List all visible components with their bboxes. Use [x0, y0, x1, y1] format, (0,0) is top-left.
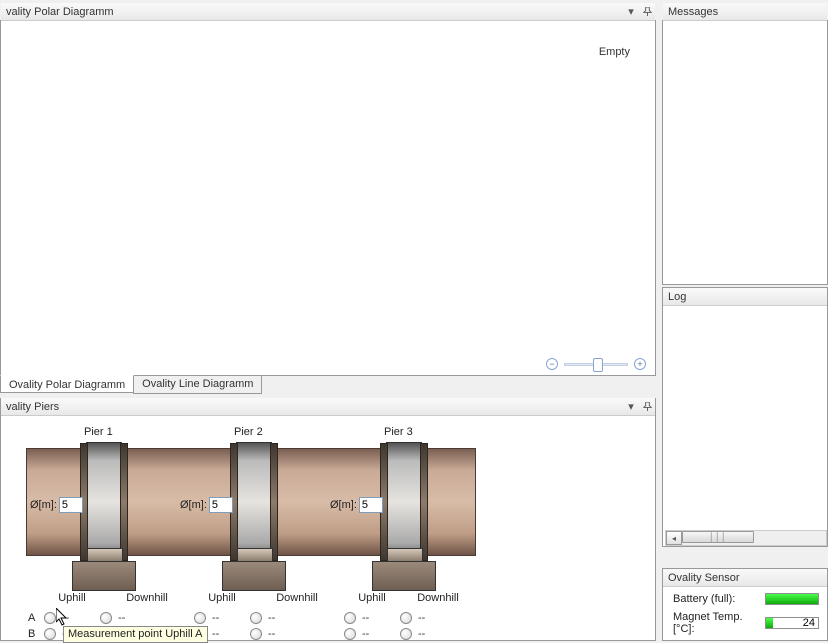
col-uphill: Uphill [44, 592, 100, 610]
col-downhill: Downhill [400, 592, 476, 610]
log-panel: Log ◂ │││ [662, 287, 828, 547]
col-downhill: Downhill [250, 592, 344, 610]
tire-2 [236, 442, 272, 562]
pier-1-label: Pier 1 [84, 426, 113, 438]
col-uphill: Uphill [344, 592, 400, 610]
support-2 [222, 561, 286, 591]
battery-progress [765, 593, 819, 605]
tire-1 [86, 442, 122, 562]
log-panel-title: Log [668, 288, 686, 306]
col-uphill: Uphill [194, 592, 250, 610]
radio-p3-downhill-a[interactable] [400, 612, 412, 624]
zoom-in-button[interactable]: + [634, 358, 646, 370]
pin-icon[interactable] [641, 6, 653, 18]
diameter-1-input[interactable] [59, 497, 83, 513]
radio-p1-uphill-b[interactable] [44, 628, 56, 640]
diameter-3-input[interactable] [359, 497, 383, 513]
tab-line-diagram[interactable]: Ovality Line Diagramm [133, 376, 262, 394]
row-label-b: B [26, 628, 44, 640]
diameter-2: Ø[m]: [180, 497, 233, 513]
messages-body [663, 21, 827, 284]
battery-label: Battery (full): [673, 593, 759, 605]
radio-p2-downhill-a[interactable] [250, 612, 262, 624]
radio-p2-downhill-b[interactable] [250, 628, 262, 640]
polar-panel-header: vality Polar Diagramm ▾ [1, 3, 655, 21]
tooltip: Measurement point Uphill A [63, 626, 208, 643]
radio-p3-uphill-a[interactable] [344, 612, 356, 624]
radio-p2-uphill-a[interactable] [194, 612, 206, 624]
piers-panel-header: vality Piers ▾ [1, 398, 655, 416]
zoom-out-button[interactable]: − [546, 358, 558, 370]
ovality-piers-panel: vality Piers ▾ Pier 1 Pier 2 Pier 3 Ø[m]… [0, 398, 656, 641]
pier-2-label: Pier 2 [234, 426, 263, 438]
radio-p3-uphill-b[interactable] [344, 628, 356, 640]
piers-panel-title: vality Piers [6, 398, 59, 416]
messages-panel-title: Messages [668, 3, 718, 21]
diameter-1: Ø[m]: [30, 497, 83, 513]
meas-row-a: A -- -- -- -- -- -- [26, 610, 476, 626]
radio-p1-uphill-a[interactable] [44, 612, 56, 624]
ovality-sensor-panel: Ovality Sensor Battery (full): Magnet Te… [662, 568, 828, 641]
polar-diagram-panel: vality Polar Diagramm ▾ Empty − + [0, 20, 656, 376]
zoom-bar: − + [546, 357, 646, 371]
temp-progress: 24 [765, 617, 819, 629]
diameter-3: Ø[m]: [330, 497, 383, 513]
messages-panel: Messages [662, 20, 828, 285]
row-label-a: A [26, 612, 44, 624]
dropdown-icon[interactable]: ▾ [625, 6, 637, 18]
tire-3 [386, 442, 422, 562]
tab-polar-diagram[interactable]: Ovality Polar Diagramm [0, 375, 134, 393]
pier-3-label: Pier 3 [384, 426, 413, 438]
zoom-slider[interactable] [564, 363, 628, 366]
diameter-label: Ø[m]: [180, 499, 207, 511]
battery-row: Battery (full): [673, 593, 819, 605]
temp-label: Magnet Temp. [°C]: [673, 611, 759, 635]
temp-value: 24 [803, 617, 815, 629]
diameter-label: Ø[m]: [30, 499, 57, 511]
polar-panel-title: vality Polar Diagramm [6, 3, 114, 21]
sensor-panel-header: Ovality Sensor [663, 569, 827, 587]
dropdown-icon[interactable]: ▾ [625, 401, 637, 413]
kiln-illustration: Pier 1 Pier 2 Pier 3 Ø[m]: Ø[m]: Ø[m]: [26, 426, 476, 584]
scroll-track[interactable]: │││ [682, 531, 826, 545]
col-downhill: Downhill [100, 592, 194, 610]
scroll-thumb[interactable]: │││ [682, 531, 754, 543]
diameter-label: Ø[m]: [330, 499, 357, 511]
diagram-tab-strip: Ovality Polar Diagramm Ovality Line Diag… [0, 376, 261, 394]
log-panel-header: Log [663, 288, 827, 306]
radio-p1-downhill-a[interactable] [100, 612, 112, 624]
pin-icon[interactable] [641, 401, 653, 413]
log-scrollbar: ◂ │││ [665, 530, 827, 546]
scroll-left-button[interactable]: ◂ [666, 531, 682, 545]
sensor-panel-title: Ovality Sensor [668, 569, 740, 587]
radio-p3-downhill-b[interactable] [400, 628, 412, 640]
diameter-2-input[interactable] [209, 497, 233, 513]
support-1 [72, 561, 136, 591]
temp-row: Magnet Temp. [°C]: 24 [673, 611, 819, 635]
messages-panel-header: Messages [663, 3, 827, 21]
support-3 [372, 561, 436, 591]
empty-label: Empty [599, 46, 630, 58]
